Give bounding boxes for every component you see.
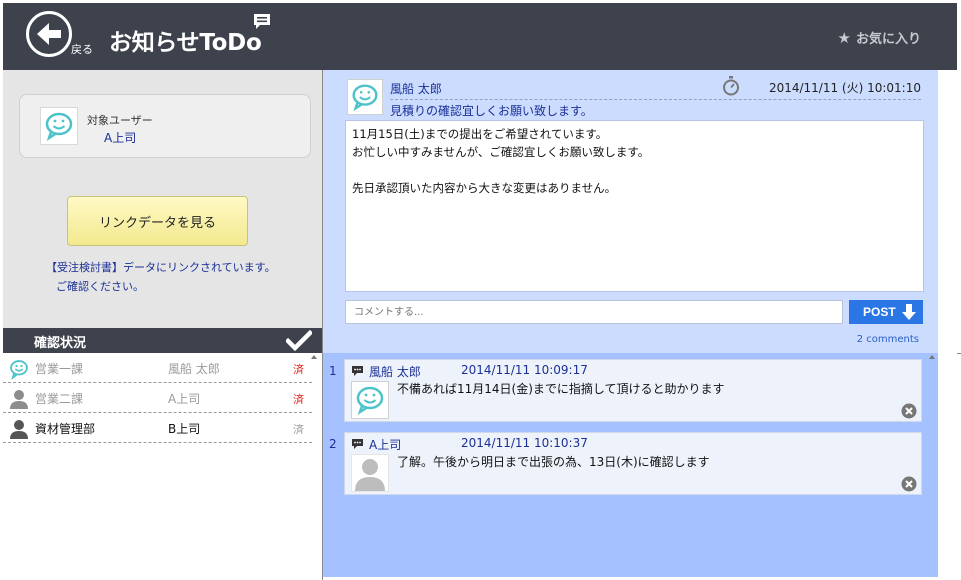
comment-item: A上司 2014/11/11 10:10:37 了解。午後から明日まで出張の為、… [344, 432, 922, 495]
message-body-line [352, 161, 917, 179]
status-row[interactable]: 営業一課 風船 太郎 済 [3, 353, 312, 383]
arrow-down-icon [902, 304, 916, 320]
status-title: 確認状況 [34, 336, 87, 351]
comment-author: A上司 [369, 438, 402, 452]
status-mark: 済 [293, 363, 304, 376]
smile-bubble-icon [351, 381, 389, 419]
person-icon [10, 390, 28, 409]
post-button[interactable]: POST [849, 300, 923, 324]
delete-icon[interactable] [901, 403, 917, 419]
message-date: 2014/11/11 (火) 10:01:10 [768, 81, 921, 95]
favorite-button[interactable]: ★ お気に入り [838, 28, 921, 47]
comment-date: 2014/11/11 10:10:37 [461, 436, 588, 450]
status-row[interactable]: 営業二課 A上司 済 [3, 383, 312, 413]
message-body: 11月15日(土)までの提出をご希望されています。 お忙しい中すみませんが、ご確… [345, 120, 924, 292]
comment-input[interactable] [345, 300, 843, 324]
app-root: 戻る お知らせToDo ★ お気に入り 対象ユーザー A上司 リンクデータを見る… [0, 0, 961, 580]
comment-bubble-icon [352, 366, 363, 376]
status-dept: 営業一課 [35, 362, 84, 376]
scrollbar-track[interactable] [938, 353, 957, 577]
message-author: 風船 太郎 [390, 82, 442, 96]
header-bar: 戻る お知らせToDo ★ お気に入り [3, 3, 957, 70]
status-dept: 営業二課 [35, 392, 84, 406]
status-person: 風船 太郎 [168, 362, 220, 376]
message-subject: 見積りの確認宜しくお願い致します。 [390, 99, 921, 119]
comment-number: 2 [329, 437, 337, 451]
person-icon [10, 420, 28, 439]
link-note-line-2: ご確認ください。 [56, 280, 144, 293]
smile-bubble-icon [10, 360, 28, 380]
back-button[interactable] [26, 11, 72, 57]
message-body-line: 11月15日(土)までの提出をご希望されています。 [352, 127, 608, 141]
comment-text: 了解。午後から明日まで出張の為、13日(木)に確認します [397, 455, 710, 469]
smile-bubble-icon [40, 107, 78, 145]
person-avatar-icon [351, 454, 389, 492]
status-row[interactable]: 資材管理部 B上司 済 [3, 413, 312, 443]
arrow-left-icon [37, 23, 61, 45]
comment-text: 不備あれば11月14日(金)までに指摘して頂けると助かります [397, 382, 725, 396]
status-person: B上司 [168, 422, 201, 436]
status-person: A上司 [168, 392, 201, 406]
left-panel: 対象ユーザー A上司 リンクデータを見る 【受注検討書】データにリンクされていま… [3, 70, 322, 328]
favorite-label: お気に入り [855, 32, 921, 47]
status-list: 営業一課 風船 太郎 済 営業二課 A上司 済 資材管理部 B上司 済 [3, 353, 322, 577]
message-panel: 風船 太郎 2014/11/11 (火) 10:01:10 見積りの確認宜しくお… [323, 70, 938, 353]
page-title: お知らせToDo [109, 30, 262, 56]
scroll-up-arrow-icon[interactable] [311, 355, 317, 359]
message-body-line: 先日承認頂いた内容から大きな変更はありません。 [352, 181, 617, 195]
delete-icon[interactable] [901, 476, 917, 492]
comment-number: 1 [329, 364, 337, 378]
back-label[interactable]: 戻る [71, 41, 93, 57]
status-mark: 済 [293, 423, 304, 436]
scroll-up-arrow-icon[interactable] [929, 355, 935, 359]
message-body-line: お忙しい中すみませんが、ご確認宜しくお願い致します。 [352, 145, 650, 159]
link-note-line-1: 【受注検討書】データにリンクされています。 [46, 261, 276, 274]
target-user-name: A上司 [104, 131, 137, 145]
comment-count-link[interactable]: 2 comments [857, 334, 919, 345]
target-user-card: 対象ユーザー A上司 [19, 94, 311, 158]
view-link-data-button[interactable]: リンクデータを見る [67, 196, 248, 246]
comment-bubble-icon [352, 439, 363, 449]
comment-item: 風船 太郎 2014/11/11 10:09:17 不備あれば11月14日(金)… [344, 359, 922, 422]
star-icon: ★ [837, 29, 851, 47]
status-dept: 資材管理部 [35, 422, 96, 436]
status-header: 確認状況 [3, 328, 322, 353]
stopwatch-icon [723, 76, 739, 96]
link-note: 【受注検討書】データにリンクされています。 ご確認ください。 [46, 258, 276, 296]
status-mark: 済 [293, 393, 304, 406]
speech-bubble-icon [254, 14, 270, 29]
smile-bubble-icon [347, 79, 383, 115]
comment-author: 風船 太郎 [369, 365, 421, 379]
comment-date: 2014/11/11 10:09:17 [461, 363, 588, 377]
comment-list: 1 風船 太郎 2014/11/11 10:09:17 不備あれば11月14日(… [323, 353, 938, 577]
checkmark-icon[interactable] [286, 330, 312, 351]
post-label: POST [863, 305, 896, 319]
target-user-label: 対象ユーザー [87, 114, 153, 127]
